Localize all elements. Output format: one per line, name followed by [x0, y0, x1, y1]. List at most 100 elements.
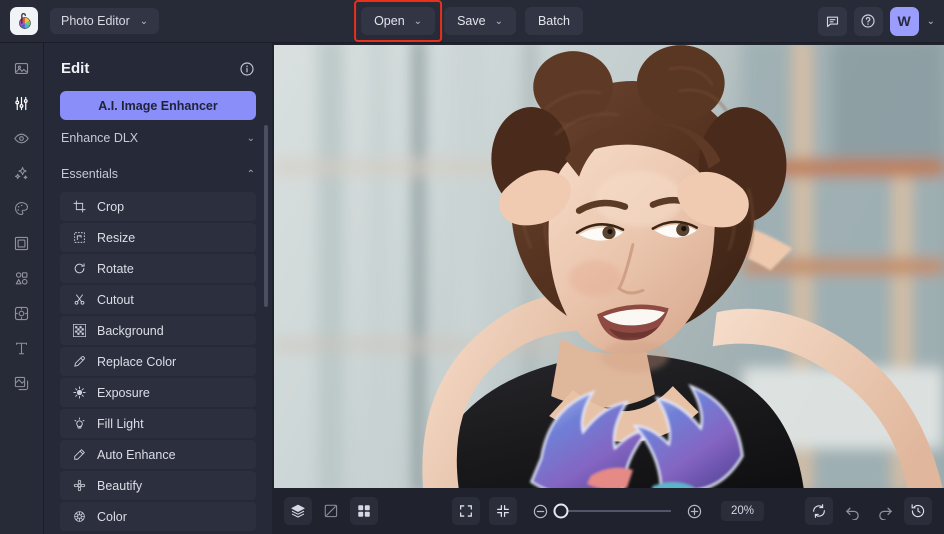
tool-color[interactable]: Color — [60, 502, 256, 531]
rail-item-text[interactable] — [6, 336, 38, 361]
zoom-in-button[interactable] — [680, 497, 708, 525]
rail-item-palette[interactable] — [6, 196, 38, 221]
tool-label: Background — [97, 324, 164, 338]
layers-button[interactable] — [284, 497, 312, 525]
help-button[interactable] — [854, 7, 883, 36]
chevron-down-icon: ⌄ — [414, 16, 422, 27]
essentials-tool-list: Crop Resize Rotate — [44, 192, 272, 531]
reset-button[interactable] — [805, 497, 833, 525]
open-button[interactable]: Open ⌄ — [361, 7, 435, 35]
history-button[interactable] — [904, 497, 932, 525]
question-circle-icon — [860, 13, 876, 29]
save-button[interactable]: Save ⌄ — [444, 7, 516, 35]
palette-icon — [13, 200, 30, 217]
rail-item-effects[interactable] — [6, 161, 38, 186]
photo-canvas[interactable] — [274, 45, 944, 488]
redo-button[interactable] — [871, 497, 899, 525]
shrink-button[interactable] — [489, 497, 517, 525]
top-right-actions: W ⌄ — [818, 7, 935, 36]
photo-image — [274, 45, 944, 488]
checkerboard-icon — [72, 324, 86, 337]
tool-background[interactable]: Background — [60, 316, 256, 345]
section-enhance-dlx[interactable]: Enhance DLX ⌄ — [60, 120, 256, 156]
tool-beautify[interactable]: Beautify — [60, 471, 256, 500]
tool-crop[interactable]: Crop — [60, 192, 256, 221]
tool-rotate[interactable]: Rotate — [60, 254, 256, 283]
rotate-icon — [72, 262, 86, 275]
section-label: Essentials — [61, 167, 118, 181]
shrink-icon — [495, 503, 511, 519]
zoom-out-button[interactable] — [526, 497, 554, 525]
grid-view-button[interactable] — [350, 497, 378, 525]
history-controls — [805, 497, 932, 525]
rail-item-adjust[interactable] — [6, 91, 38, 116]
chevron-up-icon: ⌃ — [247, 169, 255, 180]
top-toolbar: Photo Editor ⌄ Open ⌄ Save ⌄ Batch — [0, 0, 944, 43]
scissors-icon — [72, 293, 86, 306]
tool-fill-light[interactable]: Fill Light — [60, 409, 256, 438]
rail-item-image[interactable] — [6, 56, 38, 81]
rail-item-shapes[interactable] — [6, 266, 38, 291]
compare-button[interactable] — [317, 497, 345, 525]
tool-label: Crop — [97, 200, 124, 214]
avatar[interactable]: W — [890, 7, 919, 36]
zoom-controls: 20% — [452, 497, 764, 525]
bottom-left-tools — [284, 497, 378, 525]
zoom-slider[interactable] — [563, 510, 671, 512]
zoom-out-icon — [531, 503, 548, 520]
zoom-slider-handle[interactable] — [553, 504, 568, 519]
tool-replace-color[interactable]: Replace Color — [60, 347, 256, 376]
tool-label: Resize — [97, 231, 135, 245]
section-essentials[interactable]: Essentials ⌃ — [60, 156, 256, 192]
rail-item-overlay[interactable] — [6, 301, 38, 326]
compare-split-icon — [323, 503, 339, 519]
chevron-down-icon: ⌄ — [247, 133, 255, 144]
brightness-icon — [72, 386, 86, 399]
grid-view-icon — [356, 503, 372, 519]
rail-item-layers[interactable] — [6, 371, 38, 396]
tool-label: Beautify — [97, 479, 142, 493]
tool-label: Fill Light — [97, 417, 144, 431]
tool-exposure[interactable]: Exposure — [60, 378, 256, 407]
canvas-area: 20% — [272, 43, 944, 534]
eyedropper-icon — [72, 355, 86, 368]
flower-icon — [72, 479, 86, 492]
rail-item-frames[interactable] — [6, 231, 38, 256]
fit-to-screen-button[interactable] — [452, 497, 480, 525]
tool-resize[interactable]: Resize — [60, 223, 256, 252]
batch-button[interactable]: Batch — [525, 7, 583, 35]
eye-icon — [13, 130, 30, 147]
image-icon — [13, 60, 30, 77]
tool-label: Rotate — [97, 262, 134, 276]
reset-icon — [811, 503, 827, 519]
color-wheel-icon — [72, 510, 86, 523]
avatar-initial: W — [898, 13, 911, 29]
app-logo[interactable] — [10, 7, 38, 35]
chevron-down-icon: ⌄ — [495, 16, 503, 27]
sparkles-icon — [13, 165, 30, 182]
zoom-in-icon — [685, 503, 702, 520]
app-menu-photo-editor[interactable]: Photo Editor ⌄ — [50, 8, 159, 34]
ai-image-enhancer-button[interactable]: A.I. Image Enhancer — [60, 91, 256, 120]
tool-label: Auto Enhance — [97, 448, 176, 462]
tool-auto-enhance[interactable]: Auto Enhance — [60, 440, 256, 469]
zoom-slider-track[interactable] — [563, 510, 671, 512]
layers-stack-icon — [290, 503, 306, 519]
open-button-label: Open — [374, 14, 405, 28]
checker — [73, 324, 86, 337]
edit-sidebar: Edit A.I. Image Enhancer Enhance DLX ⌄ E… — [44, 43, 272, 534]
app-menu-label: Photo Editor — [61, 14, 130, 28]
color-wheel-logo-icon — [15, 12, 34, 31]
feedback-button[interactable] — [818, 7, 847, 36]
tool-cutout[interactable]: Cutout — [60, 285, 256, 314]
account-chevron-down-icon[interactable]: ⌄ — [927, 16, 935, 27]
chat-bubble-icon — [825, 14, 840, 29]
history-icon — [910, 503, 926, 519]
left-icon-rail — [0, 43, 44, 534]
rail-item-retouch[interactable] — [6, 126, 38, 151]
sidebar-scrollbar[interactable] — [264, 125, 268, 307]
redo-icon — [877, 503, 894, 520]
zoom-level-value[interactable]: 20% — [721, 501, 764, 521]
undo-button[interactable] — [838, 497, 866, 525]
info-circle-icon[interactable] — [239, 61, 255, 77]
